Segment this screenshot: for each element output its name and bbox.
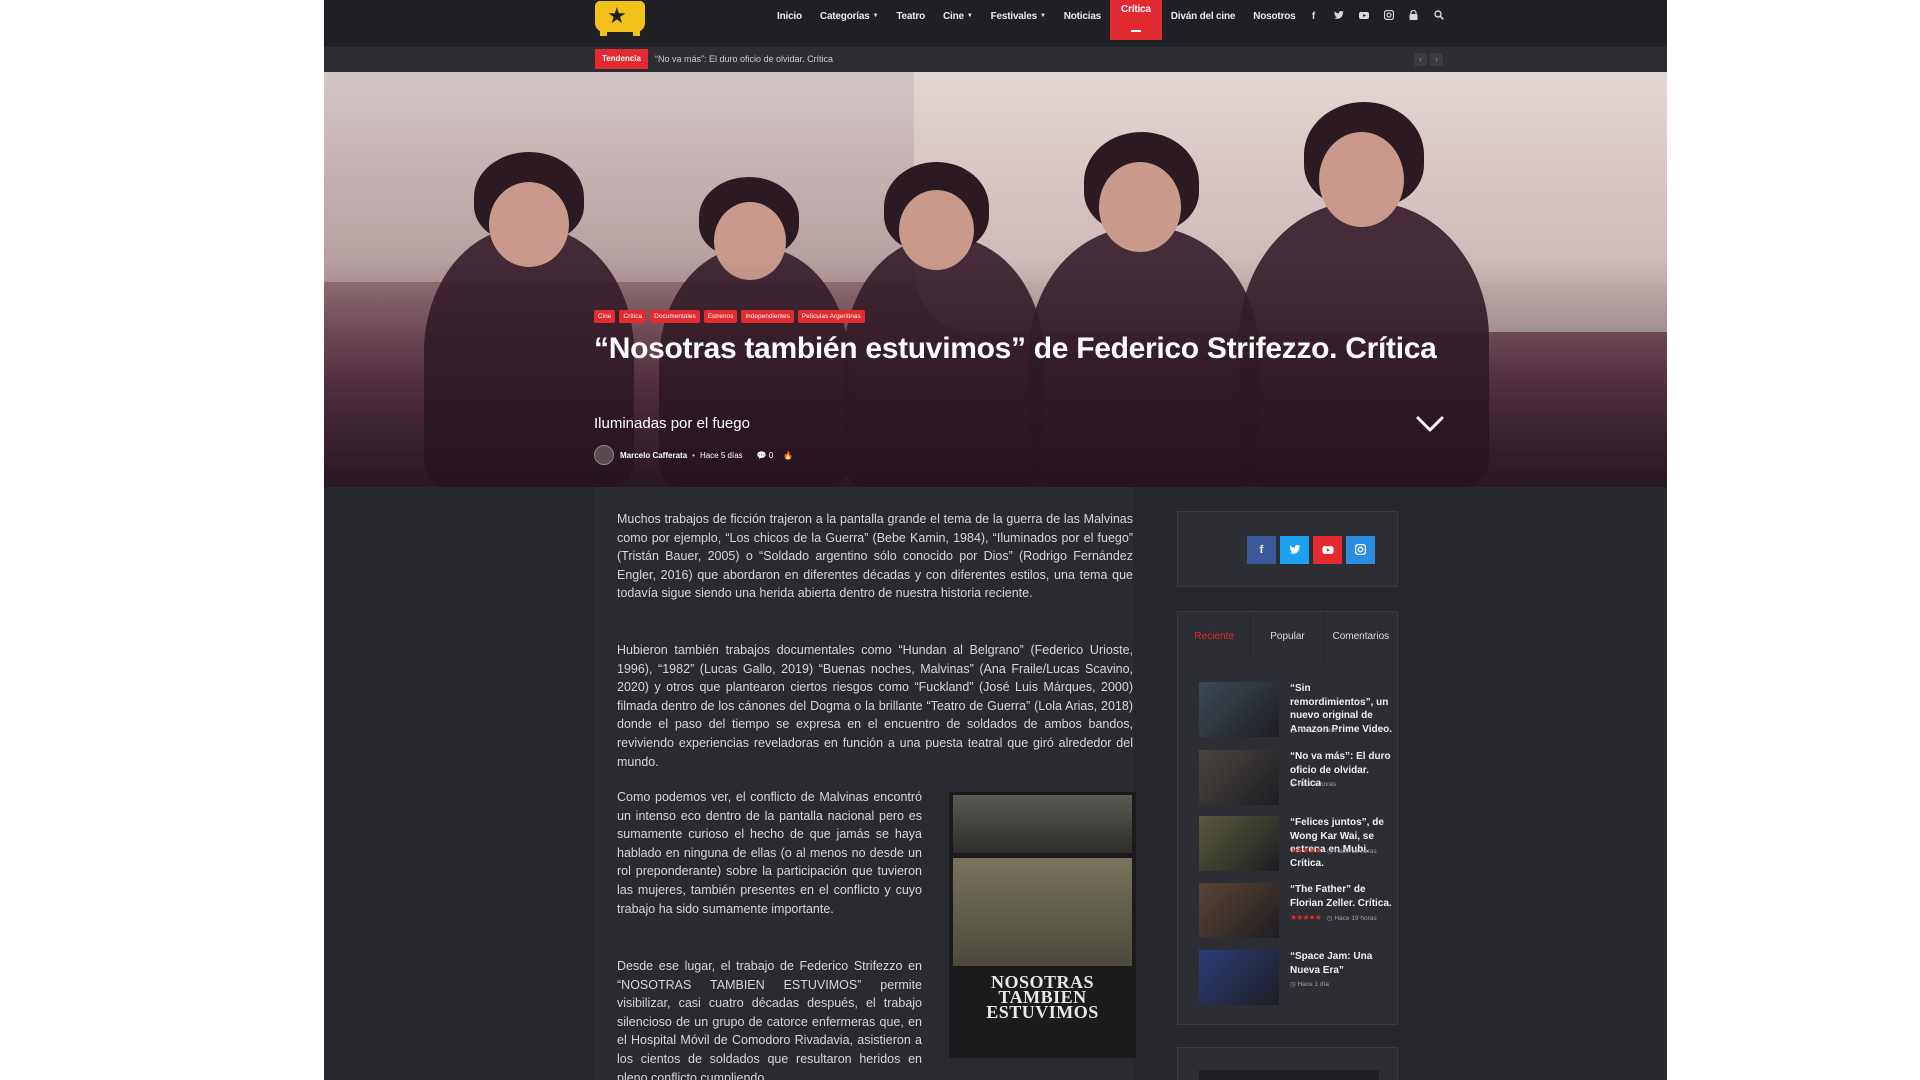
post-thumbnail[interactable]	[1199, 816, 1279, 871]
star-icon: ★	[607, 3, 627, 28]
nav-item-3[interactable]: Cine ▼	[934, 0, 982, 33]
search-icon[interactable]	[1426, 10, 1451, 23]
post-meta: ◷ Hace 5 horas	[1290, 781, 1337, 788]
nav-item-1[interactable]: Categorías ▼	[811, 0, 887, 33]
tab-2[interactable]: Comentarios	[1323, 612, 1397, 662]
youtube-icon[interactable]	[1313, 536, 1342, 564]
nav-icon-bar: f	[1301, 0, 1451, 33]
caret-down-icon: ▼	[966, 13, 973, 19]
widget-tabs: Reciente Popular Comentarios	[1178, 612, 1397, 662]
instagram-icon[interactable]	[1346, 536, 1375, 564]
post-meta: ◷ Hace 37 mins	[1290, 726, 1338, 734]
nav-item-5[interactable]: Noticias	[1055, 0, 1110, 33]
fire-icon: 🔥	[783, 450, 794, 460]
movie-poster-image[interactable]: NOSOTRAS TAMBIEN ESTUVIMOS	[949, 792, 1136, 1058]
star-rating: ★★★★★	[1290, 913, 1322, 922]
social-widget: f	[1177, 511, 1398, 587]
nav-item-7[interactable]: Diván del cine	[1162, 0, 1244, 33]
nav-item-4[interactable]: Festivales ▼	[982, 0, 1055, 33]
site-logo[interactable]: ★	[595, 1, 645, 36]
nav-item-8[interactable]: Nosotros	[1244, 0, 1304, 33]
post-link-title[interactable]: “The Father” de Florian Zeller. Crítica.	[1290, 883, 1393, 910]
lock-icon[interactable]	[1401, 9, 1426, 23]
site-frame: ★ Inicio Categorías ▼ Teatro Cine ▼ Festivales…	[324, 0, 1667, 1080]
post-time: Hace 5 días	[699, 450, 743, 460]
post-meta: ★★★★★ ◷ Hace 18 horas	[1290, 846, 1377, 855]
article-paragraph: Muchos trabajos de ficción trajeron a la…	[617, 512, 1133, 601]
post-thumbnail[interactable]	[1199, 750, 1279, 805]
category-tag[interactable]: Documentales	[650, 310, 700, 323]
article-body: Muchos trabajos de ficción trajeron a la…	[594, 487, 1136, 1080]
trending-prev-button[interactable]: ‹	[1414, 53, 1427, 66]
post-link-title[interactable]: “Space Jam: Una Nueva Era”	[1290, 950, 1393, 977]
main-menu: Inicio Categorías ▼ Teatro Cine ▼ Festivales ▼ N…	[768, 0, 1305, 40]
post-link-title[interactable]: “Felices juntos”, de Wong Kar Wai, se es…	[1290, 816, 1393, 870]
facebook-icon[interactable]: f	[1247, 536, 1276, 564]
tab-1[interactable]: Popular	[1250, 612, 1323, 662]
trending-next-button[interactable]: ›	[1430, 53, 1443, 66]
hero-banner: Cine Crítica Documentales Estrenos Independi…	[324, 72, 1667, 487]
instagram-icon[interactable]	[1376, 9, 1401, 23]
list-item[interactable]: “No va más”: El duro oficio de olvidar. …	[1199, 750, 1391, 810]
article-paragraph: Hubieron también trabajos documentales c…	[617, 643, 1133, 769]
twitter-icon[interactable]	[1326, 10, 1351, 23]
category-tag[interactable]: Estrenos	[703, 310, 738, 323]
category-tag[interactable]: Películas Argentinas	[797, 310, 865, 323]
caret-down-icon: ▼	[872, 13, 879, 19]
post-subtitle: Iluminadas por el fuego	[594, 415, 750, 432]
list-item[interactable]: “The Father” de Florian Zeller. Crítica.…	[1199, 883, 1392, 943]
author-avatar[interactable]	[594, 445, 614, 465]
author-name[interactable]: Marcelo Cafferata	[620, 451, 687, 460]
list-item[interactable]: “Space Jam: Una Nueva Era” ◷ Hace 1 día	[1199, 950, 1389, 1010]
tab-0[interactable]: Reciente	[1178, 612, 1250, 662]
caret-down-icon: ▼	[1039, 13, 1046, 19]
comment-count[interactable]: 💬 0	[757, 451, 774, 460]
comment-icon: 💬	[756, 450, 767, 460]
post-thumbnail[interactable]	[1199, 682, 1279, 737]
category-tag[interactable]: Crítica	[619, 310, 647, 323]
article-paragraph: Como podemos ver, el conflicto de Malvin…	[617, 790, 922, 916]
nav-item-6[interactable]: Crítica	[1110, 0, 1162, 40]
post-thumbnail[interactable]	[1199, 950, 1279, 1005]
list-item[interactable]: “Felices juntos”, de Wong Kar Wai, se es…	[1199, 816, 1389, 876]
trending-label: Tendencia	[595, 49, 648, 69]
nav-item-2[interactable]: Teatro	[887, 0, 934, 33]
category-tags: Cine Crítica Documentales Estrenos Independi…	[594, 310, 865, 323]
posts-tabs-widget: Reciente Popular Comentarios “Sin remordim…	[1177, 611, 1398, 1025]
top-navigation: ★ Inicio Categorías ▼ Teatro Cine ▼ Festivales…	[324, 0, 1667, 47]
next-widget	[1177, 1047, 1398, 1080]
article-paragraph: Desde ese lugar, el trabajo de Federico …	[617, 959, 922, 1080]
post-meta: ★★★★★ ◷ Hace 19 horas	[1290, 913, 1377, 922]
post-meta: Marcelo Cafferata • Hace 5 días 💬 0 🔥	[594, 445, 793, 465]
nav-item-0[interactable]: Inicio	[768, 0, 811, 33]
facebook-icon[interactable]: f	[1301, 11, 1326, 22]
trending-link[interactable]: “No va más”: El duro oficio de olvidar. …	[655, 47, 833, 72]
category-tag[interactable]: Cine	[594, 310, 616, 323]
post-thumbnail[interactable]	[1199, 883, 1279, 938]
poster-title: NOSOTRAS TAMBIEN ESTUVIMOS	[986, 972, 1099, 1022]
list-item[interactable]: “Sin remordimientos”, un nuevo original …	[1199, 682, 1392, 742]
category-tag[interactable]: Independientes	[741, 310, 794, 323]
youtube-icon[interactable]	[1351, 11, 1376, 23]
trending-bar: Tendencia “No va más”: El duro oficio de…	[324, 47, 1667, 72]
chevron-down-icon[interactable]	[1415, 412, 1445, 436]
twitter-icon[interactable]	[1280, 536, 1309, 564]
post-meta: ◷ Hace 1 día	[1290, 981, 1329, 988]
post-title: “Nosotras también estuvimos” de Federico…	[594, 332, 1437, 365]
star-rating: ★★★★★	[1290, 846, 1322, 855]
